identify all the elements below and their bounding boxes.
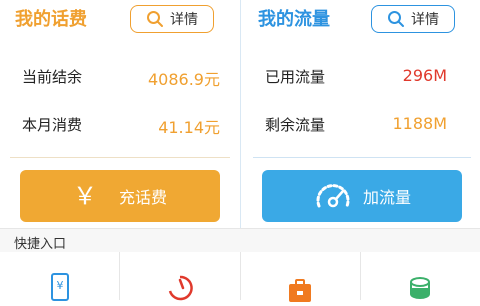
current-balance-label: 当前结余 bbox=[22, 68, 83, 86]
search-icon bbox=[387, 10, 405, 28]
used-data-value: 296M bbox=[402, 66, 447, 85]
phone-balance-title: 我的话费 bbox=[15, 9, 87, 30]
phone-detail-label: 详情 bbox=[170, 12, 198, 28]
data-usage-panel: 我的流量 详情 已用流量 296M 剩余流量 1188M 加流量 bbox=[240, 0, 480, 228]
quick-entry-bill[interactable]: ¥ bbox=[0, 252, 121, 301]
quick-entry-title: 快捷入口 bbox=[14, 237, 67, 252]
recharge-button[interactable]: ￥ 充话费 bbox=[20, 170, 220, 222]
quick-entry-timer[interactable] bbox=[120, 252, 241, 301]
phone-balance-panel: 我的话费 详情 当前结余 4086.9元 本月消费 41.14元 ￥ 充话费 bbox=[0, 0, 240, 228]
month-spend-value: 41.14元 bbox=[158, 118, 220, 137]
bill-yen-icon: ¥ bbox=[48, 272, 72, 306]
recharge-label: 充话费 bbox=[118, 188, 167, 207]
speedometer-icon bbox=[313, 180, 353, 212]
data-detail-button[interactable]: 详情 bbox=[371, 5, 455, 33]
divider bbox=[253, 157, 471, 158]
quick-entry-coins[interactable] bbox=[361, 252, 480, 300]
briefcase-icon bbox=[285, 272, 315, 306]
quick-entry-grid: ¥ bbox=[0, 252, 480, 302]
month-spend-label: 本月消费 bbox=[22, 116, 83, 134]
month-spend-row: 本月消费 41.14元 bbox=[0, 110, 240, 140]
quick-entry-header: 快捷入口 bbox=[0, 228, 480, 252]
current-balance-row: 当前结余 4086.9元 bbox=[0, 62, 240, 92]
remaining-data-value: 1188M bbox=[392, 114, 447, 133]
quick-entry-briefcase[interactable] bbox=[241, 252, 361, 302]
remaining-data-label: 剩余流量 bbox=[265, 116, 326, 134]
used-data-row: 已用流量 296M bbox=[241, 62, 480, 92]
add-data-button[interactable]: 加流量 bbox=[262, 170, 462, 222]
search-icon bbox=[146, 10, 164, 28]
data-usage-title: 我的流量 bbox=[258, 9, 330, 30]
data-detail-label: 详情 bbox=[411, 12, 439, 28]
phone-detail-button[interactable]: 详情 bbox=[130, 5, 214, 33]
remaining-data-row: 剩余流量 1188M bbox=[241, 110, 480, 140]
coins-icon bbox=[405, 272, 435, 306]
used-data-label: 已用流量 bbox=[265, 68, 326, 86]
add-data-label: 加流量 bbox=[362, 188, 411, 207]
timer-icon bbox=[165, 272, 195, 306]
yen-icon: ￥ bbox=[72, 182, 97, 210]
current-balance-value: 4086.9元 bbox=[148, 70, 220, 89]
svg-text:¥: ¥ bbox=[56, 279, 63, 292]
divider bbox=[10, 157, 230, 158]
